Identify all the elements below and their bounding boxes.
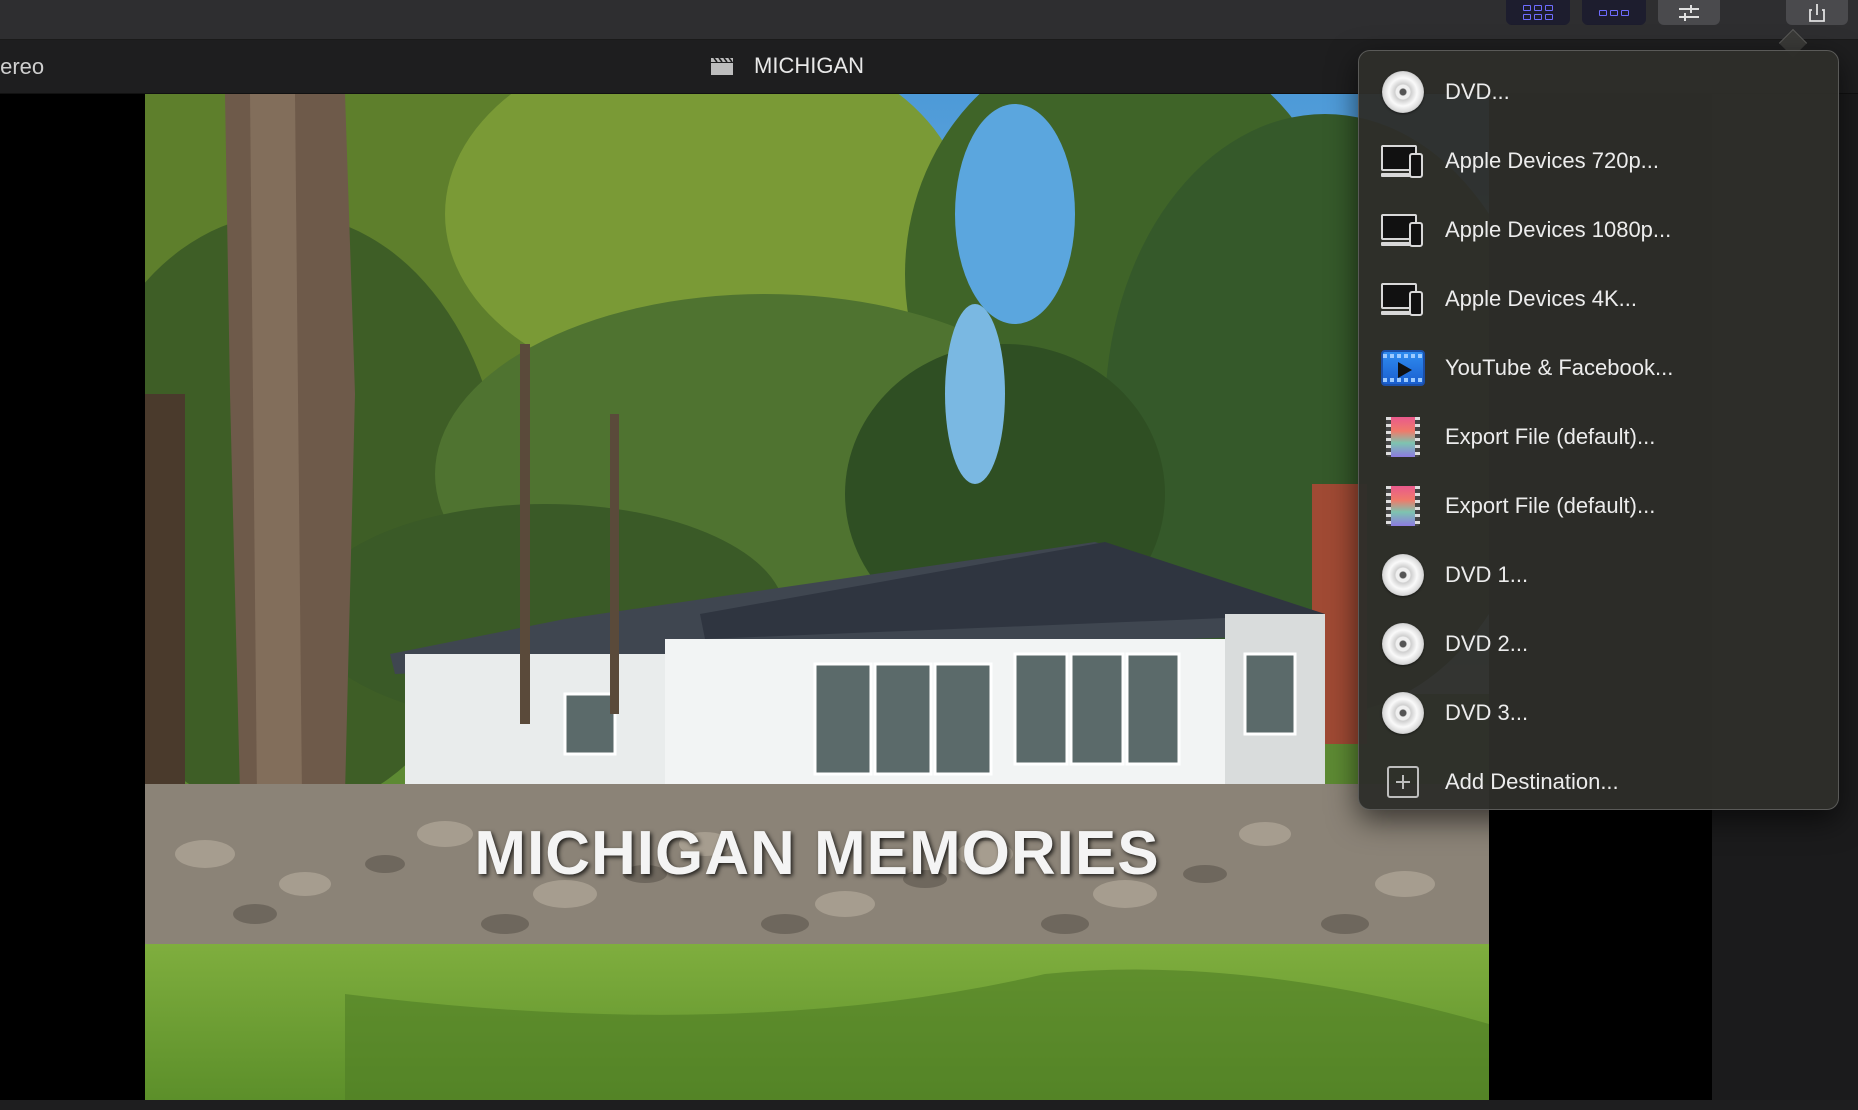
add-icon <box>1381 760 1425 804</box>
menu-item-label: DVD... <box>1445 78 1510 104</box>
dvd-icon <box>1381 691 1425 735</box>
dvd-icon <box>1381 553 1425 597</box>
dvd-icon <box>1381 70 1425 114</box>
apple-devices-icon <box>1381 277 1425 321</box>
share-button[interactable] <box>1786 0 1848 25</box>
menu-item-youtube-facebook[interactable]: YouTube & Facebook... <box>1359 333 1838 402</box>
share-icon <box>1809 3 1825 22</box>
menu-item-apple-devices-1080p[interactable]: Apple Devices 1080p... <box>1359 195 1838 264</box>
export-file-icon <box>1381 484 1425 528</box>
top-toolbar <box>0 0 1858 40</box>
frame-title-overlay: MICHIGAN MEMORIES <box>474 819 1160 888</box>
project-title: MICHIGAN <box>710 53 864 79</box>
menu-item-label: DVD 3... <box>1445 699 1529 725</box>
menu-item-apple-devices-4k[interactable]: Apple Devices 4K... <box>1359 264 1838 333</box>
menu-item-label: Apple Devices 720p... <box>1445 147 1660 173</box>
inspector-adjust-button[interactable] <box>1658 0 1720 25</box>
menu-item-label: Export File (default)... <box>1445 492 1656 518</box>
filmstrip-view-button[interactable] <box>1582 0 1646 25</box>
menu-item-add-destination[interactable]: Add Destination... <box>1359 747 1838 816</box>
menu-item-label: Apple Devices 4K... <box>1445 285 1637 311</box>
menu-item-export-file-1[interactable]: Export File (default)... <box>1359 402 1838 471</box>
menu-item-dvd[interactable]: DVD... <box>1359 57 1838 126</box>
grid-view-button[interactable] <box>1506 0 1570 25</box>
menu-item-dvd-1[interactable]: DVD 1... <box>1359 540 1838 609</box>
menu-item-label: Apple Devices 1080p... <box>1445 216 1672 242</box>
share-menu: DVD... Apple Devices 720p... Apple Devic… <box>1358 50 1839 810</box>
menu-item-apple-devices-720p[interactable]: Apple Devices 720p... <box>1359 126 1838 195</box>
menu-item-label: YouTube & Facebook... <box>1445 354 1674 380</box>
menu-item-dvd-2[interactable]: DVD 2... <box>1359 609 1838 678</box>
apple-devices-icon <box>1381 139 1425 183</box>
project-title-text: MICHIGAN <box>754 53 864 78</box>
apple-devices-icon <box>1381 208 1425 252</box>
audio-format-label: tereo <box>0 54 45 79</box>
bottom-strip <box>0 1100 1858 1110</box>
menu-item-label: DVD 2... <box>1445 630 1529 656</box>
video-frame-image <box>145 94 1489 1100</box>
filmstrip-view-icon <box>1599 9 1629 16</box>
export-file-icon <box>1381 415 1425 459</box>
menu-item-label: DVD 1... <box>1445 561 1529 587</box>
inspector-adjust-icon <box>1679 4 1699 21</box>
dvd-icon <box>1381 622 1425 666</box>
youtube-facebook-icon <box>1381 346 1425 390</box>
video-frame: MICHIGAN MEMORIES <box>145 94 1489 1100</box>
grid-view-icon <box>1523 5 1553 20</box>
menu-item-dvd-3[interactable]: DVD 3... <box>1359 678 1838 747</box>
menu-item-label: Export File (default)... <box>1445 423 1656 449</box>
clapperboard-icon <box>711 57 733 75</box>
menu-item-export-file-2[interactable]: Export File (default)... <box>1359 471 1838 540</box>
menu-item-label: Add Destination... <box>1445 768 1619 794</box>
